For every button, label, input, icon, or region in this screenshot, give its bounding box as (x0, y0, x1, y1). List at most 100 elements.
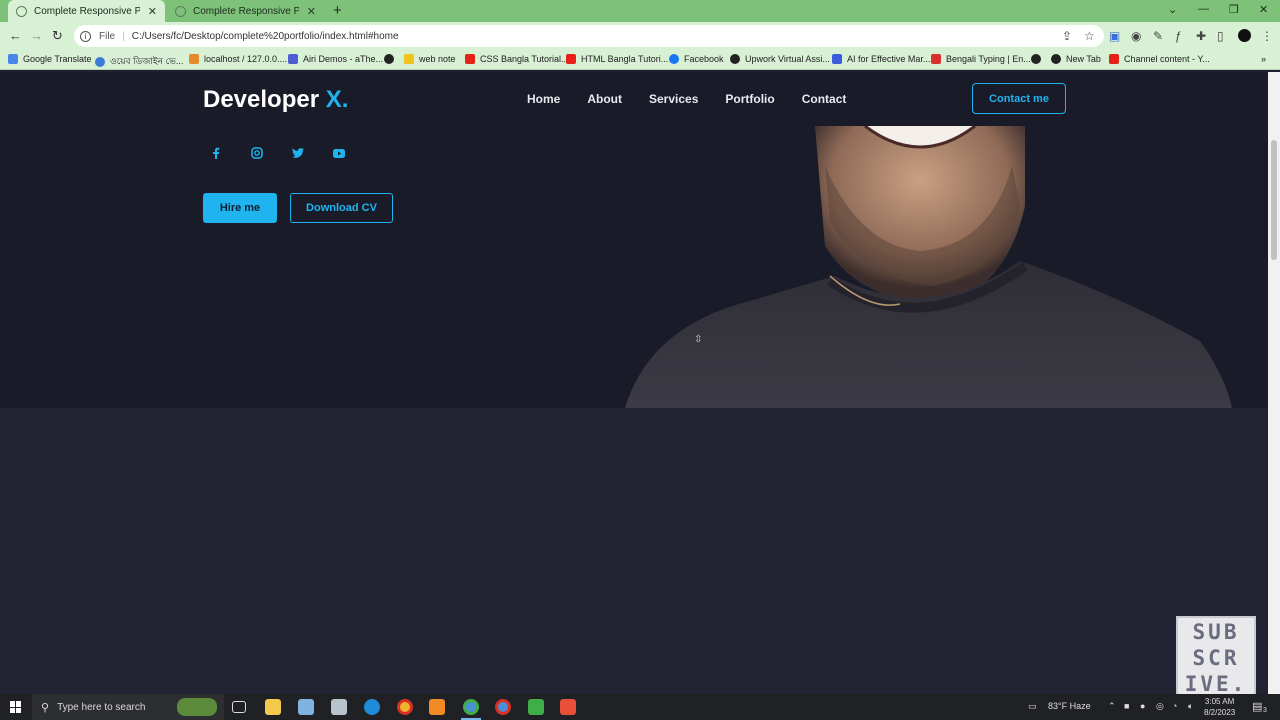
youtube-icon[interactable] (332, 146, 346, 160)
bookmark-label: web note (419, 54, 456, 64)
bookmark-item[interactable]: Channel content - Y... (1109, 54, 1210, 64)
close-window-icon[interactable]: ✕ (1259, 3, 1268, 16)
minimize-icon[interactable]: — (1198, 3, 1209, 15)
sublime-text-icon[interactable] (429, 699, 445, 715)
logo-text: Developer (203, 86, 326, 113)
site-logo[interactable]: Developer X. (203, 86, 348, 114)
forward-icon[interactable]: → (30, 28, 43, 43)
logo-accent: X. (325, 86, 349, 113)
facebook-icon[interactable] (209, 146, 223, 160)
tray-app-icon[interactable]: ● (1140, 701, 1145, 711)
bookmark-item[interactable]: localhost / 127.0.0.... (189, 54, 287, 64)
weather-text[interactable]: 83°F Haze (1048, 701, 1091, 711)
puzzle-icon[interactable]: ✚ (1196, 29, 1206, 43)
bookmark-item[interactable]: Google Translate (8, 54, 92, 64)
info-icon[interactable]: i (80, 30, 91, 42)
hire-me-button[interactable]: Hire me (203, 193, 277, 223)
bookmark-item[interactable] (384, 54, 399, 64)
twitter-icon[interactable] (291, 146, 305, 160)
bookmark-item[interactable]: New Tab (1051, 54, 1101, 64)
translate-extension-icon[interactable]: ▣ (1109, 29, 1120, 43)
taskbar-search-box[interactable]: ⚲ Type here to search (32, 694, 224, 720)
search-highlight-image (177, 698, 217, 716)
subscribe-line: SUB (1192, 620, 1240, 644)
camtasia-icon[interactable] (528, 699, 544, 715)
bookmark-item[interactable]: HTML Bangla Tutori... (566, 54, 668, 64)
task-view-icon[interactable] (232, 701, 246, 713)
youtube-icon (1109, 54, 1119, 64)
bookmark-item[interactable]: Airi Demos - aThe... (288, 54, 383, 64)
bookmark-item[interactable]: Upwork Virtual Assi... (730, 54, 830, 64)
tray-app-icon[interactable]: ◎ (1156, 701, 1164, 712)
bookmark-item[interactable] (1031, 54, 1046, 64)
contact-me-button[interactable]: Contact me (972, 83, 1066, 114)
file-explorer-icon[interactable] (265, 699, 281, 715)
edge-icon[interactable] (364, 699, 380, 715)
typing-icon (931, 54, 941, 64)
subscribe-watermark: SUB SCR IVE. (1176, 616, 1256, 696)
browser-tab[interactable]: Complete Responsive Personal P ✕ (167, 0, 324, 22)
side-panel-icon[interactable]: ▯ (1217, 29, 1224, 43)
nav-link-about[interactable]: About (587, 92, 622, 106)
close-tab-icon[interactable]: ✕ (307, 5, 316, 18)
clock-time: 3:05 AM (1204, 697, 1235, 706)
volume-icon[interactable]: 🔈︎ (1188, 701, 1193, 712)
nav-link-home[interactable]: Home (527, 92, 560, 106)
share-icon[interactable]: ⇪ (1062, 29, 1072, 43)
nav-link-services[interactable]: Services (649, 92, 698, 106)
browser-tab-active[interactable]: Complete Responsive Personal P ✕ (8, 0, 165, 22)
address-separator: | (122, 30, 125, 42)
translate-icon (8, 54, 18, 64)
page-scrollbar[interactable] (1268, 72, 1280, 694)
close-tab-icon[interactable]: ✕ (148, 5, 157, 18)
extension-icon[interactable]: ✎ (1153, 29, 1163, 43)
bookmark-folder[interactable]: web note (404, 54, 456, 64)
app-icon[interactable] (331, 699, 347, 715)
tray-expand-icon[interactable]: ⌃ (1108, 701, 1116, 712)
download-cv-button[interactable]: Download CV (290, 193, 393, 223)
formula-extension-icon[interactable]: ƒ (1175, 29, 1182, 43)
bookmark-item[interactable]: CSS Bangla Tutorial... (465, 54, 569, 64)
chrome-profile-icon[interactable] (495, 699, 511, 715)
search-icon: ⚲ (41, 701, 50, 714)
windows-start-icon[interactable] (10, 701, 22, 713)
globe-icon (175, 5, 186, 17)
address-url[interactable]: C:/Users/fc/Desktop/complete%20portfolio… (132, 31, 399, 42)
network-icon[interactable]: ◔ (1172, 701, 1177, 711)
bookmark-star-icon[interactable]: ☆ (1084, 29, 1095, 43)
recorder-icon[interactable] (560, 699, 576, 715)
instagram-icon[interactable] (250, 146, 264, 160)
nav-link-portfolio[interactable]: Portfolio (725, 92, 774, 106)
menu-kebab-icon[interactable]: ⋮ (1261, 29, 1273, 43)
bookmark-label: Google Translate (23, 54, 92, 64)
new-tab-button[interactable]: + (333, 2, 342, 19)
bookmark-item[interactable]: AI for Effective Mar... (832, 54, 930, 64)
bookmark-item[interactable]: Facebook (669, 54, 724, 64)
chrome-icon[interactable] (397, 699, 413, 715)
bookmark-label: Facebook (684, 54, 724, 64)
tab-search-icon[interactable]: ⌄ (1168, 3, 1177, 16)
tray-app-icon[interactable]: ■ (1124, 701, 1129, 711)
camera-extension-icon[interactable]: ◉ (1131, 29, 1141, 43)
clock-date: 8/2/2023 (1204, 708, 1236, 717)
weather-icon[interactable]: ▭ (1028, 701, 1037, 712)
chrome-active-icon[interactable] (463, 699, 479, 715)
taskbar-clock[interactable]: 3:05 AM 8/2/2023 (1204, 696, 1235, 718)
notifications-icon[interactable]: ▤ (1252, 700, 1262, 713)
back-icon[interactable]: ← (9, 28, 22, 43)
bookmark-item[interactable]: ওয়েব ডিজাইন ভে... (95, 54, 183, 69)
reload-icon[interactable]: ↻ (52, 28, 63, 44)
profile-avatar[interactable] (1238, 29, 1251, 42)
facebook-icon (669, 54, 679, 64)
nav-links: Home About Services Portfolio Contact (527, 92, 846, 106)
bookmarks-overflow-icon[interactable]: » (1261, 54, 1266, 64)
nav-link-contact[interactable]: Contact (802, 92, 847, 106)
bookmark-item[interactable]: Bengali Typing | En... (931, 54, 1031, 64)
app-icon[interactable] (298, 699, 314, 715)
bookmark-label: ওয়েব ডিজাইন ভে... (110, 56, 184, 66)
restore-icon[interactable]: ❐ (1229, 3, 1239, 16)
address-bar[interactable]: i File | C:/Users/fc/Desktop/complete%20… (74, 25, 1104, 47)
folder-icon (404, 54, 414, 64)
scrollbar-thumb[interactable] (1271, 140, 1277, 260)
globe-icon (730, 54, 740, 64)
